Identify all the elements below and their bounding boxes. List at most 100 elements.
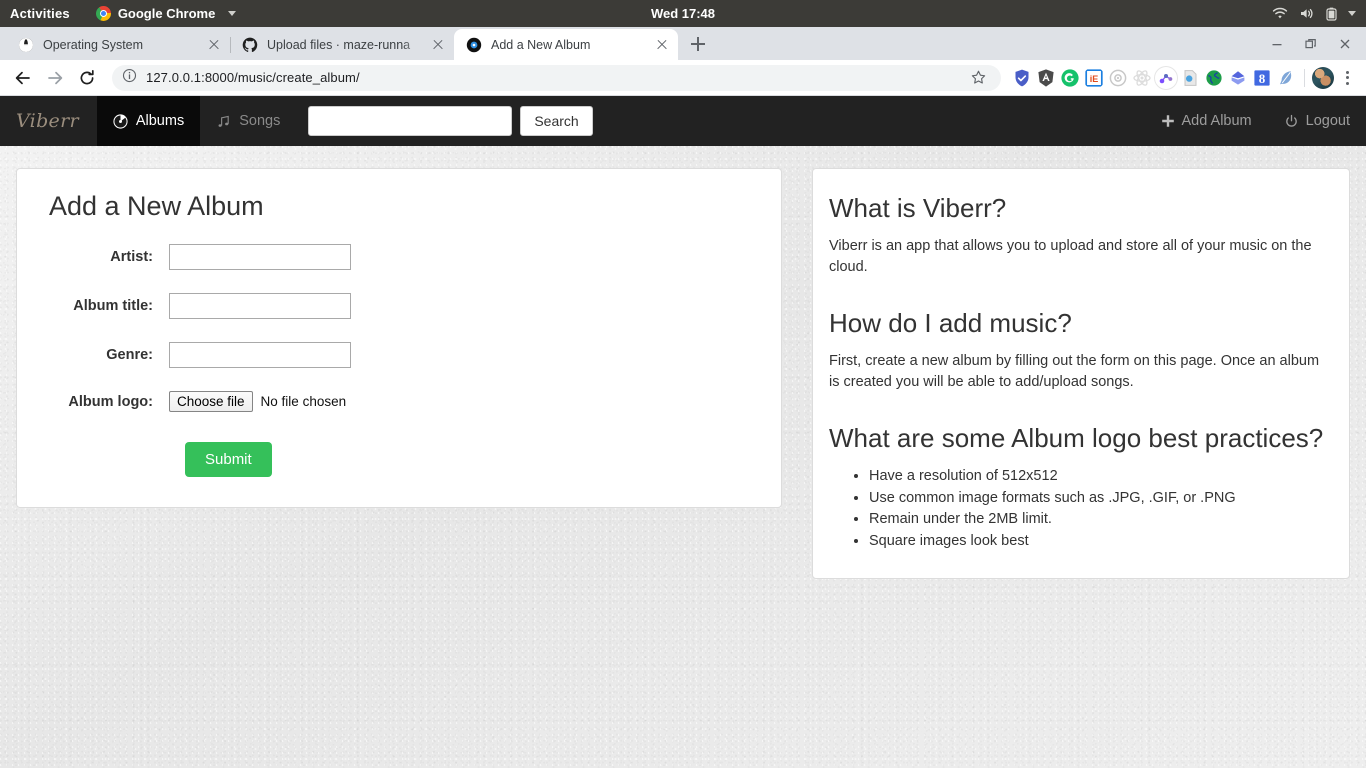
best-practices-list: Have a resolution of 512x512 Use common …	[829, 466, 1325, 551]
nav-item-albums[interactable]: Albums	[96, 96, 201, 146]
music-note-icon	[216, 114, 231, 129]
genre-label: Genre:	[106, 347, 153, 363]
choose-file-button[interactable]: Choose file	[169, 391, 253, 412]
globe-icon	[18, 37, 34, 53]
extensions-area: iE 8	[1009, 66, 1358, 89]
new-tab-button[interactable]	[684, 30, 712, 58]
brand-logo[interactable]: Viberr	[0, 96, 97, 146]
url-text: 127.0.0.1:8000/music/create_album/	[146, 70, 360, 85]
disc-icon	[466, 37, 482, 53]
kebab-menu-icon[interactable]	[1336, 67, 1358, 89]
diamond-extension-icon[interactable]	[1227, 67, 1249, 89]
globe-extension-icon[interactable]	[1203, 67, 1225, 89]
album-logo-label: Album logo:	[68, 393, 153, 410]
form-row-genre: Genre:	[41, 342, 757, 368]
submit-row: Submit	[41, 442, 757, 477]
album-title-input[interactable]	[169, 293, 351, 319]
molecule-extension-icon[interactable]	[1155, 66, 1177, 89]
maximize-button[interactable]	[1294, 27, 1328, 60]
info-heading-how-do-i-add-music: How do I add music?	[829, 308, 1072, 339]
file-status-text: No file chosen	[260, 394, 347, 409]
nav-item-label: Albums	[135, 113, 185, 129]
browser-tab-title: Add a New Album	[491, 37, 591, 52]
browser-tab[interactable]: Add a New Album	[454, 29, 678, 60]
list-item: Have a resolution of 512x512	[869, 466, 1325, 487]
navbar-actions: Add Album Logout	[1145, 96, 1366, 146]
svg-text:8: 8	[1259, 71, 1266, 86]
list-item: Use common image formats such as .JPG, .…	[869, 488, 1325, 509]
close-icon[interactable]	[654, 37, 670, 53]
ie-tab-extension-icon[interactable]: iE	[1083, 67, 1105, 89]
app-navbar: Viberr Albums Songs Search Add Album Log…	[0, 96, 1366, 146]
system-menu-caret-icon	[1348, 11, 1356, 16]
minimize-button[interactable]	[1260, 27, 1294, 60]
volume-icon	[1299, 7, 1315, 20]
toolbar-divider	[1304, 68, 1305, 87]
submit-button[interactable]: Submit	[185, 442, 272, 477]
close-icon[interactable]	[430, 37, 446, 53]
avatar[interactable]	[1312, 66, 1334, 89]
file-input[interactable]: Choose file No file chosen	[169, 391, 346, 412]
svg-text:iE: iE	[1090, 74, 1099, 84]
active-app-menu[interactable]: Google Chrome	[95, 6, 237, 21]
google-scholar-extension-icon[interactable]: 8	[1251, 67, 1273, 89]
artist-input[interactable]	[169, 244, 351, 270]
wifi-icon	[1272, 7, 1288, 20]
bookmark-star-icon[interactable]	[965, 65, 991, 91]
logout-label: Logout	[1305, 113, 1350, 129]
genre-input[interactable]	[169, 342, 351, 368]
document-extension-icon[interactable]	[1179, 67, 1201, 89]
logout-button[interactable]: Logout	[1268, 96, 1366, 146]
angular-extension-icon[interactable]	[1035, 67, 1057, 89]
chrome-logo-icon	[95, 6, 111, 21]
page-content: Add a New Album Artist: Album title: Gen…	[0, 146, 1366, 580]
activities-button[interactable]: Activities	[10, 6, 70, 21]
system-status-area[interactable]	[1272, 7, 1356, 21]
feather-extension-icon[interactable]	[1275, 67, 1297, 89]
info-paragraph-what-is-viberr: Viberr is an app that allows you to uplo…	[829, 238, 1312, 276]
browser-tab[interactable]: Upload files · maze-runna	[230, 29, 454, 60]
nav-item-songs[interactable]: Songs	[200, 96, 296, 146]
browser-tab[interactable]: Operating System	[6, 29, 230, 60]
close-icon[interactable]	[206, 37, 222, 53]
power-icon	[1284, 114, 1299, 129]
disc-icon	[113, 113, 128, 129]
browser-tab-strip: Operating System Upload files · maze-run…	[0, 27, 1366, 60]
address-bar[interactable]: 127.0.0.1:8000/music/create_album/	[112, 64, 1001, 91]
info-paragraph-how-do-i-add-music: First, create a new album by filling out…	[829, 353, 1320, 391]
window-controls	[1260, 27, 1366, 60]
browser-tab-title: Upload files · maze-runna	[267, 37, 411, 52]
list-item: Remain under the 2MB limit.	[869, 509, 1325, 530]
plus-icon	[1161, 114, 1175, 128]
list-item: Square images look best	[869, 531, 1325, 552]
info-heading-what-is-viberr: What is Viberr?	[829, 193, 1007, 223]
form-row-album-logo: Album logo: Choose file No file chosen	[41, 391, 757, 412]
site-info-icon[interactable]	[122, 68, 137, 88]
artist-label: Artist:	[110, 249, 153, 265]
browser-toolbar: 127.0.0.1:8000/music/create_album/ iE 8	[0, 60, 1366, 96]
active-app-name: Google Chrome	[117, 6, 216, 21]
add-album-form-panel: Add a New Album Artist: Album title: Gen…	[16, 168, 782, 508]
add-album-button[interactable]: Add Album	[1145, 96, 1268, 146]
forward-button[interactable]	[40, 63, 70, 93]
reload-button[interactable]	[72, 63, 102, 93]
battery-icon	[1326, 7, 1337, 21]
form-row-artist: Artist:	[41, 244, 757, 270]
close-button[interactable]	[1328, 27, 1362, 60]
page-viewport: Viberr Albums Songs Search Add Album Log…	[0, 96, 1366, 768]
target-extension-icon[interactable]	[1107, 67, 1129, 89]
info-panel: What is Viberr? Viberr is an app that al…	[812, 168, 1350, 580]
search-form: Search	[308, 106, 593, 136]
back-button[interactable]	[8, 63, 38, 93]
search-button[interactable]: Search	[520, 106, 593, 136]
shield-extension-icon[interactable]	[1011, 67, 1033, 89]
react-extension-icon[interactable]	[1131, 67, 1153, 89]
grammarly-extension-icon[interactable]	[1059, 67, 1081, 89]
github-icon	[242, 37, 258, 53]
add-album-label: Add Album	[1181, 113, 1252, 129]
chevron-down-icon	[228, 11, 237, 16]
search-input[interactable]	[308, 106, 513, 136]
system-top-bar: Activities Google Chrome Wed 17:48	[0, 0, 1366, 27]
page-title: Add a New Album	[49, 191, 264, 221]
album-title-label: Album title:	[73, 298, 153, 314]
